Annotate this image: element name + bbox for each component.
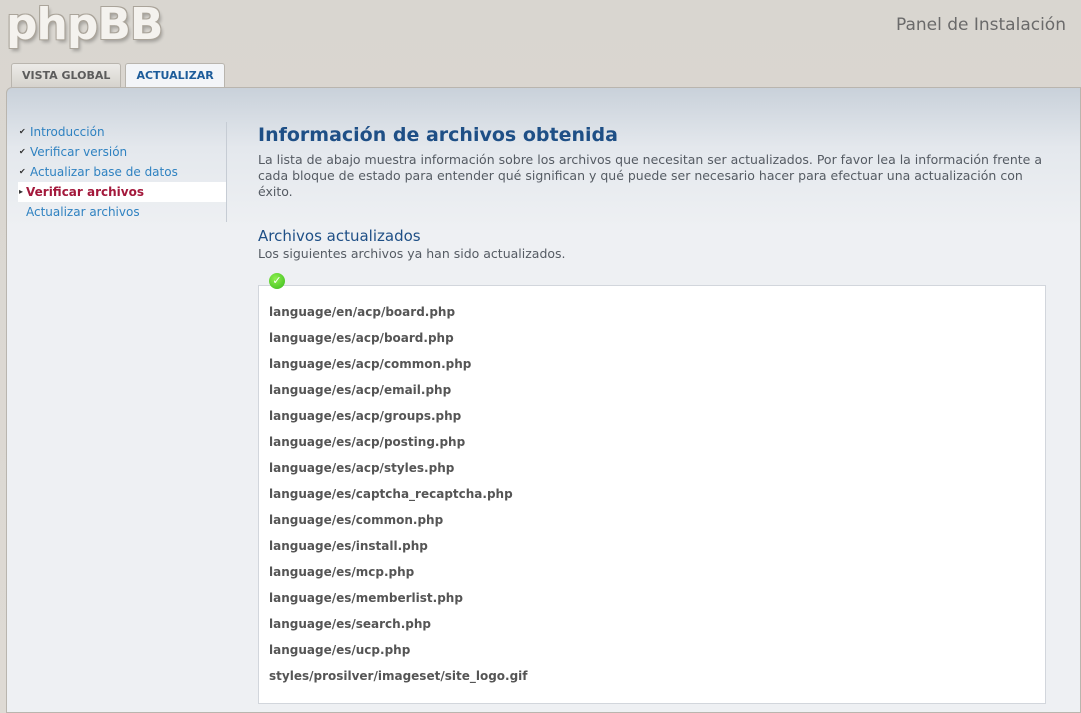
main-panel: ✔ Introducción ✔ Verificar versión ✔ Act… [6,87,1081,713]
menu-item-label: Verificar versión [30,145,128,159]
updated-files-list: language/en/acp/board.php language/es/ac… [258,285,1046,704]
tab-bar: VISTA GLOBAL ACTUALIZAR [11,63,225,89]
section-title: Archivos actualizados [258,227,421,245]
file-item: language/es/common.php [269,513,444,527]
section-description: Los siguientes archivos ya han sido actu… [258,246,566,261]
sidebar-menu: ✔ Introducción ✔ Verificar versión ✔ Act… [18,122,227,222]
file-item: language/es/acp/posting.php [269,435,466,449]
check-circle-icon: ✓ [269,273,285,289]
file-item: language/es/acp/groups.php [269,409,462,423]
menu-item-label: Introducción [30,125,105,139]
completed-step-icon: ✔ [19,167,26,176]
file-item: language/es/acp/board.php [269,331,454,345]
file-item: language/en/acp/board.php [269,305,456,319]
page-description: La lista de abajo muestra información so… [258,152,1042,199]
completed-step-icon: ✔ [19,127,26,136]
file-item: language/es/mcp.php [269,565,415,579]
tab-actualizar[interactable]: ACTUALIZAR [125,63,225,89]
tab-vista-global[interactable]: VISTA GLOBAL [11,63,122,87]
file-item: language/es/memberlist.php [269,591,463,605]
menu-item-label: Actualizar archivos [26,205,140,219]
file-item: language/es/acp/email.php [269,383,452,397]
menu-item-actualizar-base-de-datos[interactable]: ✔ Actualizar base de datos [18,162,226,182]
page-title: Información de archivos obtenida [258,124,618,146]
menu-item-label: Verificar archivos [26,185,144,199]
content-area: Información de archivos obtenida La list… [258,123,1048,704]
phpbb-logo[interactable]: phpBB [6,0,163,50]
install-page: phpBB Panel de Instalación VISTA GLOBAL … [0,0,1081,713]
panel-title: Panel de Instalación [895,15,1066,35]
current-step-arrow-icon: ▸ [19,187,24,196]
menu-item-verificar-version[interactable]: ✔ Verificar versión [18,142,226,162]
menu-item-label: Actualizar base de datos [30,165,178,179]
file-item: language/es/ucp.php [269,643,411,657]
menu-item-actualizar-archivos[interactable]: Actualizar archivos [18,202,226,222]
menu-item-verificar-archivos[interactable]: ▸ Verificar archivos [18,182,226,202]
file-item: language/es/install.php [269,539,428,553]
menu-item-introduccion[interactable]: ✔ Introducción [18,122,226,142]
file-item: language/es/search.php [269,617,431,631]
file-item: language/es/acp/common.php [269,357,472,371]
file-item: language/es/acp/styles.php [269,461,455,475]
file-item: language/es/captcha_recaptcha.php [269,487,513,501]
completed-step-icon: ✔ [19,147,26,156]
file-item: styles/prosilver/imageset/site_logo.gif [269,669,528,683]
